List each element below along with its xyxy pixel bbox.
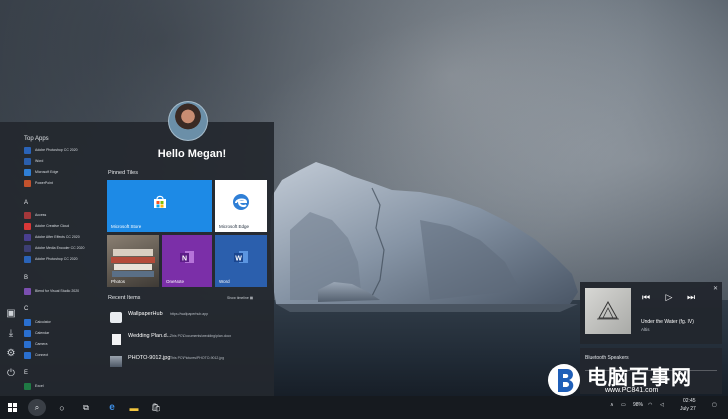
- wifi-icon[interactable]: ◠: [648, 402, 652, 408]
- section-letter-e[interactable]: E: [24, 370, 28, 376]
- start-button[interactable]: [2, 399, 22, 416]
- app-list-item[interactable]: Adobe Photoshop CC 2020: [24, 146, 78, 154]
- app-list-item[interactable]: Adobe After Effects CC 2020: [24, 233, 80, 241]
- calculator-icon: [24, 318, 31, 326]
- show-timeline-link[interactable]: Show timeline ▦: [227, 296, 253, 300]
- camera-icon: [24, 340, 31, 348]
- document-icon: [112, 334, 121, 345]
- settings-gear-icon[interactable]: ⚙: [5, 348, 17, 360]
- watermark-logo: [548, 364, 580, 396]
- pinned-tiles-header: Pinned Tiles: [108, 170, 138, 176]
- edge-icon: e: [109, 402, 115, 413]
- calendar-icon: [24, 329, 31, 337]
- app-list: Top Apps Adobe Photoshop CC 2020 Word Mi…: [22, 122, 100, 397]
- media-encoder-icon: [24, 244, 31, 252]
- folder-icon: ▬: [129, 402, 139, 413]
- tile-microsoft-edge[interactable]: Microsoft Edge: [215, 180, 267, 232]
- excel-icon: [24, 382, 31, 390]
- cortana-button[interactable]: ○: [54, 399, 70, 416]
- greeting-text: Hello Megan!: [157, 148, 227, 160]
- app-list-item[interactable]: Access: [24, 211, 46, 219]
- word-icon: W: [215, 249, 267, 270]
- user-avatar[interactable]: [168, 101, 208, 141]
- taskbar-explorer-button[interactable]: ▬: [126, 399, 142, 416]
- wallpaperhub-icon: [110, 312, 122, 323]
- app-list-item[interactable]: Word: [24, 157, 43, 165]
- app-list-item[interactable]: Adobe Creative Cloud: [24, 222, 69, 230]
- app-list-item[interactable]: Microsoft Edge: [24, 168, 58, 176]
- tile-onenote[interactable]: N OneNote: [162, 235, 212, 287]
- taskbar-edge-button[interactable]: e: [104, 399, 120, 416]
- app-list-item[interactable]: Blend for Visual Studio 2020: [24, 287, 79, 295]
- clock-date[interactable]: July 27: [680, 406, 696, 412]
- top-apps-header: Top Apps: [24, 136, 49, 142]
- watermark-title: 电脑百事网: [587, 365, 692, 389]
- taskbar-store-button[interactable]: 🛍: [148, 399, 164, 416]
- tile-photos[interactable]: Photos: [107, 235, 159, 287]
- close-icon[interactable]: ✕: [713, 285, 718, 292]
- volume-icon[interactable]: ◁: [660, 402, 664, 408]
- battery-percent: 98%: [633, 402, 644, 408]
- photoshop-icon: [24, 146, 31, 154]
- track-artist: Altis: [641, 327, 650, 332]
- recent-item[interactable]: WallpaperHub https://wallpaperhub.app: [108, 308, 268, 328]
- album-art: [585, 288, 631, 334]
- svg-text:N: N: [182, 256, 187, 263]
- section-letter-c[interactable]: C: [24, 306, 28, 312]
- edge-icon: [24, 168, 31, 176]
- section-letter-a[interactable]: A: [24, 200, 28, 206]
- start-menu: ▣ ⤓ ⚙ ⏻ Top Apps Adobe Photoshop CC 2020…: [0, 122, 274, 397]
- media-controls-flyout: ⏮ ▷ ⏭ ✕ Under the Water (fg. IV) Altis: [580, 282, 722, 344]
- recent-item[interactable]: Wedding Plan.d... This PC\Documents\wedd…: [108, 330, 268, 350]
- app-list-item[interactable]: Calendar: [24, 329, 49, 337]
- battery-icon[interactable]: ▭: [621, 402, 626, 408]
- app-list-item[interactable]: Excel: [24, 382, 44, 390]
- photoshop-icon: [24, 255, 31, 263]
- section-letter-b[interactable]: B: [24, 275, 28, 281]
- app-list-item[interactable]: Calculator: [24, 318, 51, 326]
- onenote-icon: N: [162, 249, 212, 270]
- app-list-item[interactable]: Camera: [24, 340, 47, 348]
- word-icon: [24, 157, 31, 165]
- task-view-icon: ⧉: [83, 402, 89, 412]
- cortana-circle-icon: ○: [59, 402, 65, 413]
- app-list-item[interactable]: PowerPoint: [24, 179, 53, 187]
- search-icon: ⌕: [34, 402, 40, 412]
- blend-icon: [24, 287, 31, 295]
- start-rail: ▣ ⤓ ⚙ ⏻: [0, 122, 22, 397]
- svg-text:W: W: [235, 256, 242, 263]
- windows-logo-icon: [7, 403, 17, 412]
- store-bag-icon: 🛍: [150, 403, 162, 412]
- access-icon: [24, 211, 31, 219]
- task-view-button[interactable]: ⧉: [78, 399, 94, 416]
- power-icon[interactable]: ⏻: [5, 368, 17, 380]
- creative-cloud-icon: [24, 222, 31, 230]
- app-list-item[interactable]: Connect: [24, 351, 48, 359]
- tile-word[interactable]: W Word: [215, 235, 267, 287]
- previous-icon[interactable]: ⏮: [641, 292, 651, 302]
- track-title: Under the Water (fg. IV): [641, 319, 694, 325]
- connect-icon: [24, 351, 31, 359]
- show-hidden-icons-icon[interactable]: ∧: [610, 402, 614, 408]
- timeline-icon: ▦: [249, 296, 254, 300]
- pictures-icon[interactable]: ▣: [5, 308, 17, 320]
- recent-item[interactable]: PHOTO-9012.jpg This PC\Pictures\PHOTO-90…: [108, 352, 268, 372]
- notifications-icon[interactable]: ▢: [712, 402, 717, 408]
- edge-icon: [215, 193, 267, 216]
- app-list-item[interactable]: Adobe Photoshop CC 2020: [24, 255, 78, 263]
- store-icon: [107, 194, 212, 215]
- image-file-icon: [110, 356, 122, 367]
- tile-microsoft-store[interactable]: Microsoft Store: [107, 180, 212, 232]
- watermark-url: www.PC841.com: [605, 387, 659, 394]
- app-list-item[interactable]: Adobe Media Encoder CC 2020: [24, 244, 84, 252]
- recent-items-header: Recent Items: [108, 295, 141, 301]
- downloads-icon[interactable]: ⤓: [5, 328, 17, 340]
- search-button[interactable]: ⌕: [28, 399, 46, 416]
- after-effects-icon: [24, 233, 31, 241]
- powerpoint-icon: [24, 179, 31, 187]
- next-icon[interactable]: ⏭: [686, 292, 696, 302]
- site-watermark: 电脑百事网 www.PC841.com: [545, 360, 725, 400]
- play-icon[interactable]: ▷: [664, 292, 674, 302]
